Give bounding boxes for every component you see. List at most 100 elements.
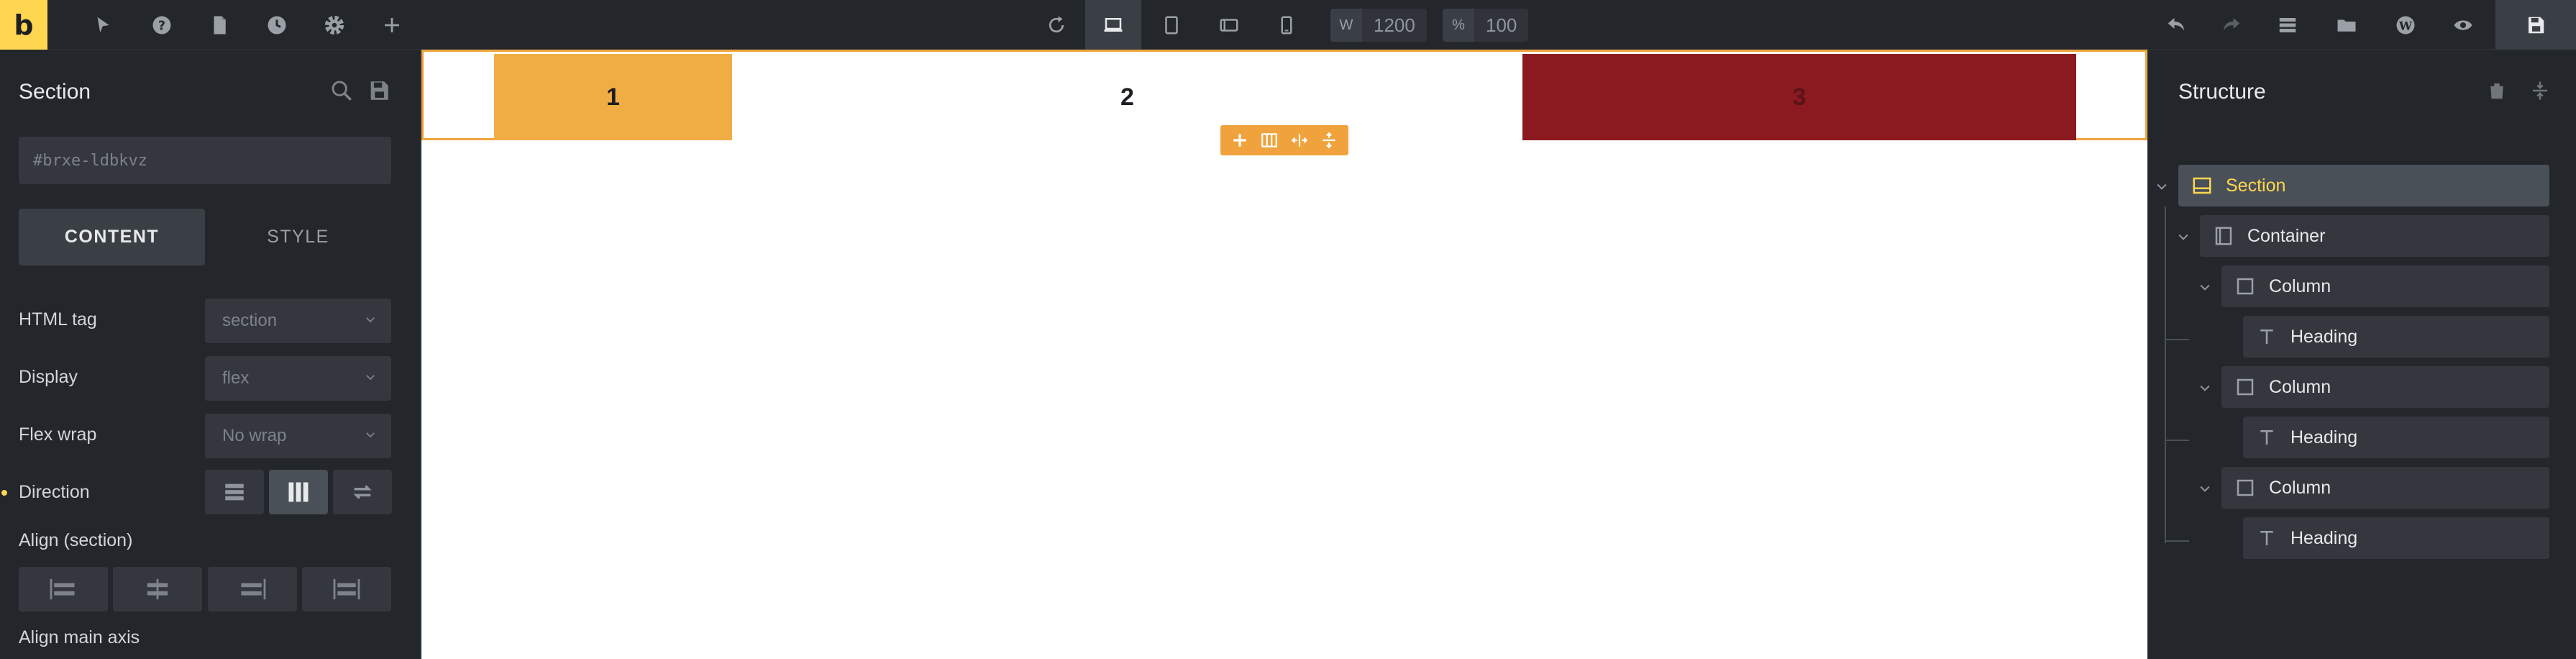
folder-icon[interactable] xyxy=(2330,9,2363,42)
tree-item-column[interactable]: Column xyxy=(2221,366,2549,408)
flex-wrap-value: No wrap xyxy=(222,426,287,445)
layers-icon[interactable] xyxy=(2271,9,2304,42)
breakpoint-tablet-portrait[interactable] xyxy=(1155,9,1188,42)
tree-item-container[interactable]: Container xyxy=(2200,215,2549,257)
align-end-icon xyxy=(241,578,266,600)
tab-style[interactable]: STYLE xyxy=(205,209,391,265)
chevron-down-icon[interactable] xyxy=(2198,481,2212,496)
settings-icon[interactable] xyxy=(318,9,351,42)
history-icon[interactable] xyxy=(260,9,293,42)
zoom-field[interactable]: % 100 xyxy=(1443,9,1529,42)
html-tag-value: section xyxy=(222,311,278,330)
tree-item-column[interactable]: Column xyxy=(2221,467,2549,509)
element-id-input[interactable]: #brxe-ldbkvz xyxy=(19,137,391,184)
heading-3[interactable]: 3 xyxy=(1793,83,1807,112)
builder-canvas[interactable]: 1 2 3 xyxy=(421,50,2147,659)
tree-item-label: Heading xyxy=(2290,326,2358,347)
section-icon xyxy=(2193,177,2211,194)
preview-icon[interactable] xyxy=(2447,9,2480,42)
column-3[interactable]: 3 xyxy=(1522,54,2076,140)
tab-content[interactable]: CONTENT xyxy=(19,209,205,265)
align-start-icon xyxy=(50,578,75,600)
tree-item-label: Heading xyxy=(2290,527,2358,548)
panel-title: Section xyxy=(19,80,91,104)
tree-item-heading[interactable]: Heading xyxy=(2243,517,2549,559)
add-icon[interactable] xyxy=(375,9,408,42)
heading-1[interactable]: 1 xyxy=(606,83,620,112)
tree-line xyxy=(2165,440,2189,441)
structure-title: Structure xyxy=(2178,80,2266,104)
tree-item-label: Column xyxy=(2269,477,2331,498)
direction-column-button[interactable] xyxy=(205,470,264,514)
redo-icon[interactable] xyxy=(2215,9,2248,42)
bricks-logo[interactable]: b xyxy=(0,0,47,50)
page-icon[interactable] xyxy=(203,9,236,42)
zoom-value[interactable]: 100 xyxy=(1474,14,1528,37)
help-icon[interactable]: ? xyxy=(145,9,178,42)
align-center-button[interactable] xyxy=(113,567,202,612)
heading-icon xyxy=(2260,531,2273,545)
add-element-icon[interactable] xyxy=(1230,131,1249,150)
html-tag-select[interactable]: section xyxy=(205,299,391,343)
wordpress-icon[interactable]: W xyxy=(2389,9,2422,42)
direction-label: Direction xyxy=(19,482,90,502)
flex-wrap-label: Flex wrap xyxy=(19,424,97,445)
tree-line xyxy=(2165,540,2189,542)
align-start-button[interactable] xyxy=(19,567,108,612)
tree-item-label: Column xyxy=(2269,276,2331,296)
breakpoint-desktop[interactable] xyxy=(1085,0,1141,50)
align-center-icon xyxy=(147,578,168,600)
collapse-all-icon[interactable] xyxy=(2529,80,2551,101)
tree-line xyxy=(2165,339,2189,340)
tree-line xyxy=(2165,206,2166,543)
tree-item-heading[interactable]: Heading xyxy=(2243,316,2549,358)
column-1[interactable]: 1 xyxy=(494,54,732,140)
direction-reverse-button[interactable] xyxy=(333,470,392,514)
undo-icon[interactable] xyxy=(2160,9,2193,42)
resize-vertical-icon[interactable] xyxy=(1320,131,1338,150)
align-section-label: Align (section) xyxy=(19,530,133,550)
canvas-width-field[interactable]: W 1200 xyxy=(1330,9,1427,42)
breakpoint-tablet-landscape[interactable] xyxy=(1212,9,1246,42)
column-2[interactable]: 2 xyxy=(732,54,1522,140)
element-settings-panel: Section #brxe-ldbkvz CONTENT STYLE HTML … xyxy=(0,50,421,659)
trash-icon[interactable] xyxy=(2486,80,2508,101)
save-preset-icon[interactable] xyxy=(367,78,391,103)
svg-text:W: W xyxy=(2398,19,2413,32)
tree-item-section[interactable]: Section xyxy=(2178,165,2549,206)
section-toolbar xyxy=(1220,125,1348,155)
structure-panel: Structure Section Container Column Headi… xyxy=(2147,50,2576,659)
direction-row-button[interactable] xyxy=(269,470,328,514)
heading-icon xyxy=(2260,330,2273,344)
rows-icon xyxy=(225,483,244,501)
tree-item-label: Section xyxy=(2226,175,2286,196)
reload-icon[interactable] xyxy=(1040,9,1073,42)
svg-text:?: ? xyxy=(158,19,165,33)
heading-2[interactable]: 2 xyxy=(1120,83,1134,112)
display-select[interactable]: flex xyxy=(205,356,391,401)
top-toolbar: b ? W 1200 % 100 W xyxy=(0,0,2576,50)
chevron-down-icon[interactable] xyxy=(2198,280,2212,294)
chevron-down-icon[interactable] xyxy=(2155,179,2169,194)
display-value: flex xyxy=(222,368,250,388)
tree-item-column[interactable]: Column xyxy=(2221,265,2549,307)
align-end-button[interactable] xyxy=(208,567,297,612)
save-button[interactable] xyxy=(2495,0,2576,50)
tree-item-heading[interactable]: Heading xyxy=(2243,417,2549,458)
width-label: W xyxy=(1330,9,1362,42)
cursor-icon[interactable] xyxy=(86,9,119,42)
chevron-down-icon[interactable] xyxy=(2198,381,2212,395)
reverse-icon xyxy=(353,485,372,499)
columns-icon xyxy=(288,482,309,502)
column-icon xyxy=(2237,278,2254,295)
align-stretch-button[interactable] xyxy=(302,567,391,612)
flex-wrap-select[interactable]: No wrap xyxy=(205,414,391,458)
width-value[interactable]: 1200 xyxy=(1362,14,1427,37)
columns-layout-icon[interactable] xyxy=(1260,131,1279,150)
display-label: Display xyxy=(19,367,78,387)
resize-horizontal-icon[interactable] xyxy=(1290,131,1309,150)
chevron-down-icon[interactable] xyxy=(2176,229,2191,244)
tree-item-label: Column xyxy=(2269,376,2331,397)
breakpoint-mobile[interactable] xyxy=(1270,9,1303,42)
search-icon[interactable] xyxy=(329,78,354,103)
